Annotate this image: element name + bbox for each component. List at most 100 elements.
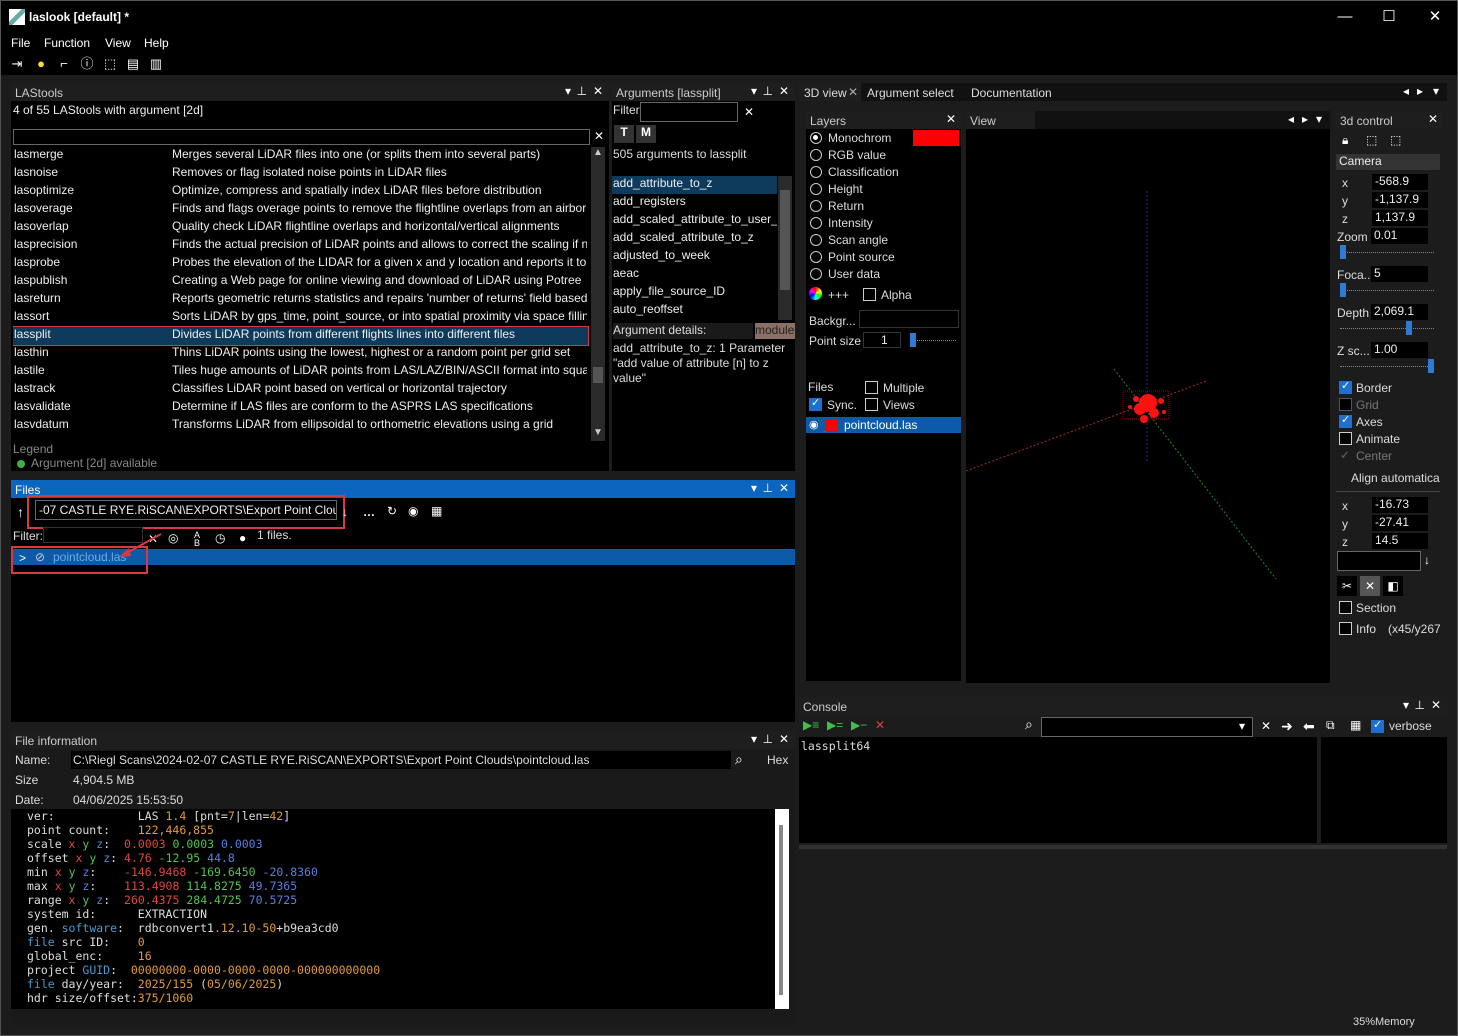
- module-mode-button[interactable]: M: [636, 125, 656, 143]
- layer-radio-monochrom[interactable]: [810, 132, 822, 144]
- pin-icon[interactable]: ⊥: [763, 84, 773, 98]
- pin-icon[interactable]: ⊥: [1415, 698, 1425, 712]
- down-arrow-icon[interactable]: ↓: [342, 505, 348, 519]
- tool-row[interactable]: lasmerge Merges several LiDAR files into …: [13, 147, 588, 165]
- pin-icon[interactable]: ⊥: [763, 481, 773, 495]
- depth-slider[interactable]: [1340, 321, 1434, 335]
- argument-item[interactable]: add_attribute_to_z: [612, 176, 777, 194]
- view-right-icon[interactable]: ▸: [1302, 112, 1308, 126]
- close-icon[interactable]: ✕: [779, 84, 789, 98]
- layer-radio-return[interactable]: [810, 200, 822, 212]
- argument-item[interactable]: aeac: [612, 266, 777, 284]
- close-tab-icon[interactable]: ✕: [848, 85, 858, 99]
- camera-y-input[interactable]: -1,137.9: [1372, 192, 1428, 208]
- view-left-icon[interactable]: ◂: [1288, 112, 1294, 126]
- pin-icon[interactable]: ⊥: [763, 732, 773, 746]
- search-icon[interactable]: ⌕: [1025, 716, 1033, 733]
- focal-input[interactable]: 5: [1371, 266, 1428, 282]
- maximize-button[interactable]: ☐: [1379, 7, 1399, 27]
- scroll-down-icon[interactable]: ▼: [593, 427, 603, 438]
- dump-scrollbar[interactable]: [775, 809, 789, 1009]
- close-icon[interactable]: ✕: [1428, 112, 1438, 126]
- background-color-swatch[interactable]: [859, 310, 959, 328]
- sort-ab-icon[interactable]: AB: [194, 531, 200, 548]
- argument-scrollbar[interactable]: [778, 176, 792, 320]
- close-icon[interactable]: ✕: [779, 481, 789, 495]
- camera-z-input[interactable]: 1,137.9: [1372, 210, 1428, 226]
- scissors-button[interactable]: ✂: [1337, 576, 1357, 596]
- menu-view[interactable]: View: [105, 36, 131, 50]
- tool-row[interactable]: lastile Tiles huge amounts of LiDAR point…: [13, 363, 588, 381]
- tab-3d-view[interactable]: 3D view ✕: [799, 83, 861, 101]
- layer-radio-classification[interactable]: [810, 166, 822, 178]
- lock-icon[interactable]: 🔒︎: [1342, 133, 1348, 148]
- depth-input[interactable]: 2,069.1: [1371, 304, 1428, 320]
- sync-checkbox[interactable]: [809, 396, 822, 411]
- path-input[interactable]: -07 CASTLE RYE.RiSCAN\EXPORTS\Export Poi…: [35, 500, 337, 520]
- export-icon[interactable]: ⧉: [1326, 718, 1335, 733]
- scroll-thumb[interactable]: [593, 367, 603, 383]
- views-checkbox[interactable]: [865, 398, 878, 411]
- tool-row[interactable]: lasoverlap Quality check LiDAR flightline…: [13, 219, 588, 237]
- tool-row[interactable]: lasoverage Finds and flags overage points…: [13, 201, 588, 219]
- grid-checkbox[interactable]: [1339, 398, 1352, 411]
- argument-filter-input[interactable]: [640, 102, 738, 122]
- layers-icon[interactable]: ▦: [1350, 718, 1361, 732]
- layer-radio-scan-angle[interactable]: [810, 234, 822, 246]
- align-button[interactable]: Align automatica: [1351, 471, 1442, 485]
- zoom-slider[interactable]: [1340, 245, 1434, 259]
- refresh-icon[interactable]: ↻: [387, 504, 397, 518]
- notes-icon[interactable]: ▥: [148, 56, 164, 72]
- close-icon[interactable]: ✕: [779, 732, 789, 746]
- lastools-search-input[interactable]: [13, 129, 590, 145]
- select-icon[interactable]: ⌐: [56, 56, 72, 72]
- stop-icon[interactable]: ✕: [875, 718, 885, 732]
- scroll-up-icon[interactable]: ▲: [593, 147, 603, 158]
- cube-icon[interactable]: ⬚: [102, 56, 118, 72]
- zoom-input[interactable]: 0.01: [1371, 228, 1428, 244]
- argument-item[interactable]: adjusted_to_week: [612, 248, 777, 266]
- dropdown-icon[interactable]: ▾: [751, 481, 757, 495]
- camera-x-input[interactable]: -568.9: [1372, 174, 1428, 190]
- tab-left-icon[interactable]: ◂: [1403, 84, 1409, 98]
- layer-radio-intensity[interactable]: [810, 217, 822, 229]
- layer-color-icon[interactable]: [825, 420, 837, 431]
- border-checkbox[interactable]: [1339, 379, 1352, 394]
- dropdown-icon[interactable]: ▾: [751, 732, 757, 746]
- verbose-checkbox[interactable]: [1371, 718, 1384, 733]
- point-cloud-canvas[interactable]: [966, 131, 1330, 683]
- alpha-checkbox[interactable]: [863, 288, 876, 301]
- zscale-input[interactable]: 1.00: [1371, 342, 1428, 358]
- cube-front-icon[interactable]: ⬚: [1366, 133, 1377, 147]
- prev-icon[interactable]: ⬅: [1303, 718, 1315, 735]
- next-icon[interactable]: ➜: [1281, 718, 1293, 735]
- exit-icon[interactable]: ⇥: [9, 56, 25, 72]
- tab-argument-select[interactable]: Argument select: [867, 86, 954, 100]
- tab-menu-icon[interactable]: ▾: [1433, 84, 1439, 98]
- search-dropdown-icon[interactable]: ▾: [1239, 719, 1245, 733]
- menu-file[interactable]: File: [11, 36, 30, 50]
- tool-row[interactable]: lassplit Divides LiDAR points from differ…: [13, 326, 589, 346]
- clock-icon[interactable]: ◷: [215, 531, 225, 545]
- dropdown-icon[interactable]: ▾: [1403, 698, 1409, 712]
- tool-row[interactable]: lasvdatum Transforms LiDAR from ellipsoid…: [13, 417, 588, 435]
- dropdown-icon[interactable]: ▾: [751, 84, 757, 98]
- argument-item[interactable]: apply_file_source_ID: [612, 284, 777, 302]
- close-icon[interactable]: ✕: [946, 112, 956, 126]
- layer-radio-user-data[interactable]: [810, 268, 822, 280]
- menu-function[interactable]: Function: [44, 36, 90, 50]
- argument-item[interactable]: add_scaled_attribute_to_z: [612, 230, 777, 248]
- run-all-icon[interactable]: ▶≡: [803, 718, 819, 732]
- clear-cut-button[interactable]: ✕: [1360, 576, 1380, 596]
- up-arrow-icon[interactable]: ↑: [17, 504, 24, 520]
- close-icon[interactable]: ✕: [593, 84, 603, 98]
- text-mode-button[interactable]: T: [614, 125, 634, 143]
- run-line-icon[interactable]: ▶−: [851, 718, 867, 732]
- section-checkbox[interactable]: [1339, 601, 1352, 614]
- tool-row[interactable]: lasthin Thins LiDAR points using the lowe…: [13, 345, 588, 363]
- cube-side-icon[interactable]: ⬚: [1390, 133, 1401, 147]
- zscale-slider[interactable]: [1340, 359, 1434, 373]
- minimize-button[interactable]: —: [1335, 7, 1355, 27]
- apply-down-icon[interactable]: ↓: [1424, 553, 1430, 567]
- tool-row[interactable]: lasprobe Probes the elevation of the LIDA…: [13, 255, 588, 273]
